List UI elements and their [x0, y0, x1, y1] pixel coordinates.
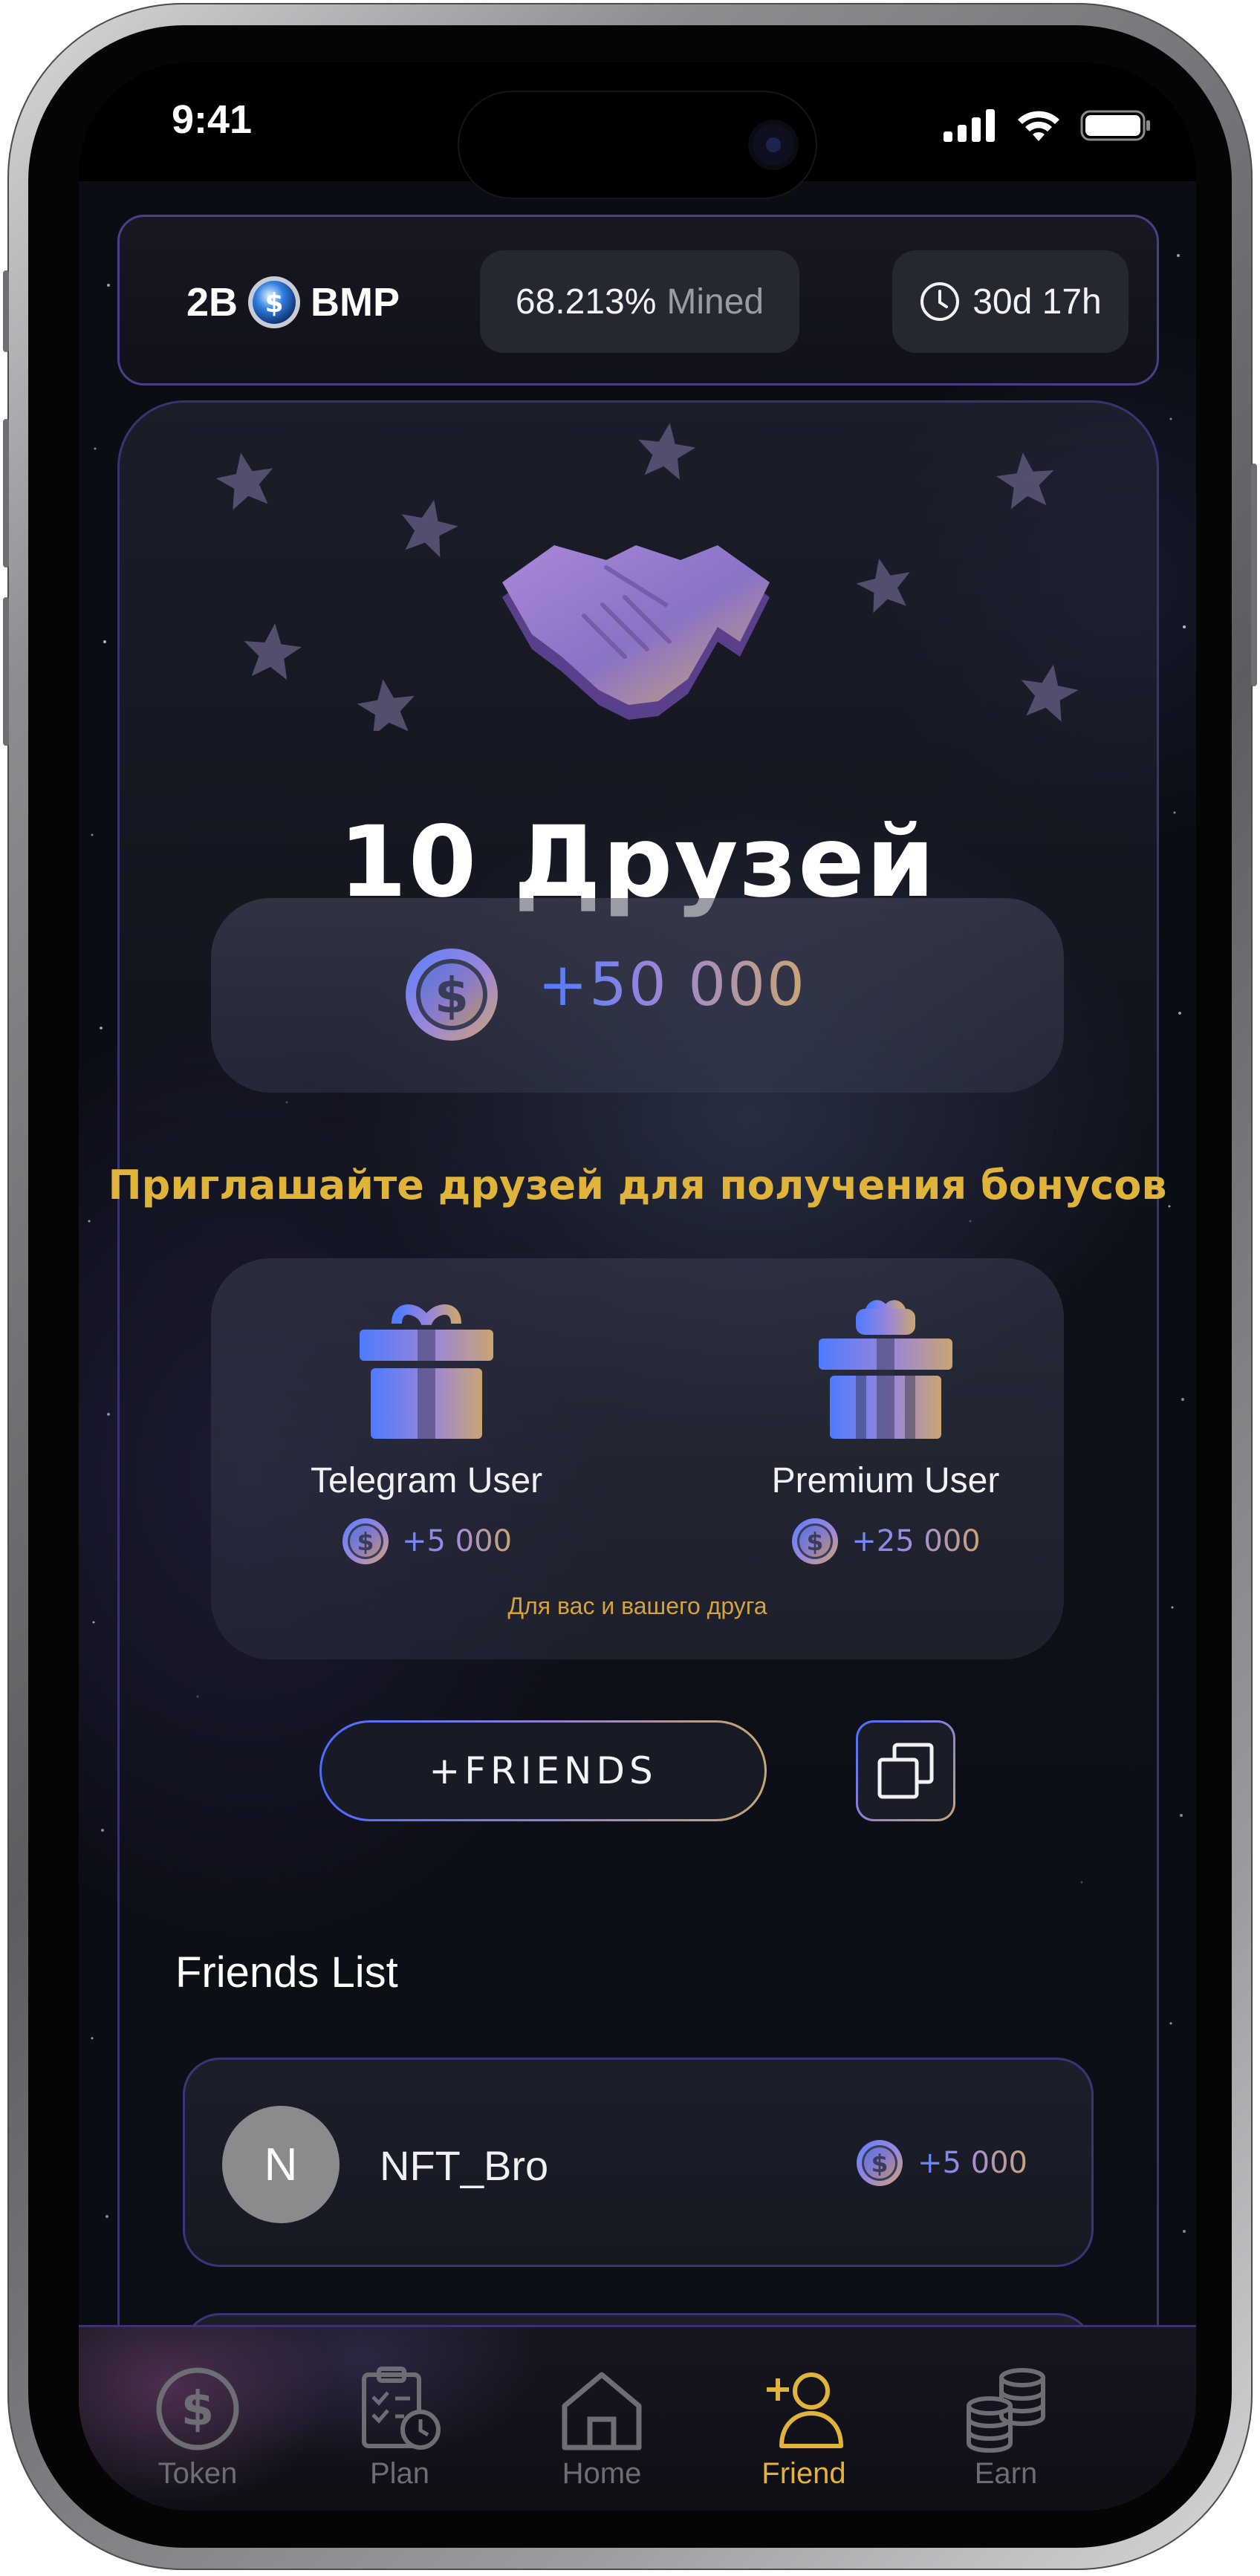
- volume-up-button: [3, 419, 9, 567]
- friends-list-title: Friends List: [175, 1948, 398, 1997]
- coin-stack-icon: [967, 2368, 1045, 2453]
- power-button: [1251, 464, 1257, 686]
- dollar-coin-icon: $: [792, 1518, 839, 1564]
- premium-user-reward-amount: +25 000: [851, 1524, 981, 1558]
- nav-friend-label: Friend: [761, 2457, 846, 2490]
- friend-reward: $ +5 000: [855, 2138, 1027, 2188]
- telegram-user-reward: $ +5 000: [233, 1517, 620, 1566]
- nav-token-label: Token: [158, 2457, 238, 2490]
- dollar-coin-icon: $: [156, 2367, 239, 2450]
- dollar-coin-icon: $: [342, 1518, 389, 1564]
- bonus-note: Для вас и вашего друга: [507, 1593, 767, 1619]
- handshake-icon: [502, 545, 770, 720]
- app-screen: 9:41 2B $ BMP 68.213% Mined 30d 17h 10 Д…: [79, 62, 1196, 2511]
- friends-reward-box: $ +50 000: [211, 898, 1064, 1093]
- nav-home[interactable]: Home: [505, 2327, 698, 2511]
- bottom-navigation: $ Token Plan Home Friend Earn: [79, 2325, 1196, 2511]
- add-user-icon: [767, 2372, 843, 2448]
- invite-bonus-box: Telegram User $ +5 000 Premium User $ +2…: [211, 1258, 1064, 1659]
- telegram-user-reward-amount: +5 000: [401, 1524, 513, 1558]
- friends-reward-amount: +50 000: [538, 950, 806, 1019]
- svg-text:$: $: [357, 1527, 374, 1556]
- telegram-user-label: Telegram User: [310, 1461, 543, 1500]
- volume-down-button: [3, 597, 9, 746]
- svg-text:$: $: [435, 967, 469, 1024]
- clipboard-clock-icon: [362, 2367, 441, 2450]
- nav-token[interactable]: $ Token: [101, 2327, 294, 2511]
- svg-text:$: $: [871, 2149, 888, 2178]
- avatar: N: [222, 2106, 340, 2223]
- gift-icon: [819, 1300, 952, 1439]
- nav-friend[interactable]: Friend: [707, 2327, 900, 2511]
- dollar-coin-icon: $: [406, 949, 498, 1041]
- dollar-coin-icon: $: [856, 2140, 903, 2186]
- copy-icon: [877, 1743, 934, 1799]
- invite-friends-button[interactable]: +FRIENDS: [319, 1720, 767, 1821]
- nav-home-label: Home: [562, 2457, 642, 2490]
- copy-link-button[interactable]: [856, 1720, 955, 1821]
- gift-icon: [360, 1304, 493, 1439]
- invite-title: Приглашайте друзей для получения бонусов: [108, 1162, 1167, 1209]
- friend-name: NFT_Bro: [380, 2142, 549, 2189]
- nav-plan[interactable]: Plan: [303, 2327, 496, 2511]
- action-button: [3, 270, 9, 352]
- nav-earn[interactable]: Earn: [909, 2327, 1102, 2511]
- home-icon: [562, 2372, 642, 2450]
- svg-text:$: $: [181, 2382, 215, 2437]
- premium-user-label: Premium User: [771, 1461, 1000, 1500]
- friend-reward-amount: +5 000: [917, 2146, 1027, 2180]
- premium-user-reward: $ +25 000: [692, 1517, 1079, 1566]
- svg-text:$: $: [807, 1527, 824, 1556]
- phone-frame: 9:41 2B $ BMP 68.213% Mined 30d 17h 10 Д…: [3, 3, 1257, 2570]
- nav-plan-label: Plan: [369, 2457, 430, 2490]
- friend-list-item[interactable]: N NFT_Bro $ +5 000: [183, 2058, 1094, 2267]
- nav-earn-label: Earn: [974, 2457, 1038, 2490]
